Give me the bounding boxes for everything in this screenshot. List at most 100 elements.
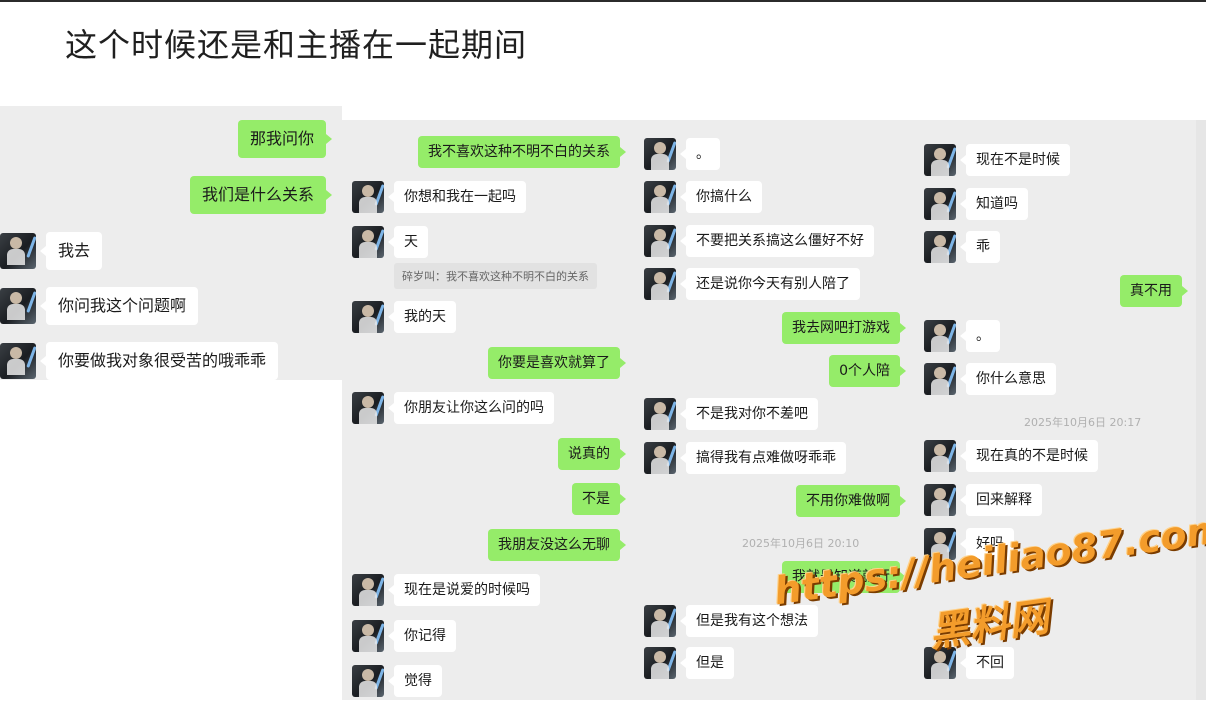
message-bubble: 我朋友没这么无聊 (488, 529, 626, 561)
message-bubble: 天 (388, 226, 428, 258)
message-received[interactable]: 现在不是时候 (924, 144, 1070, 176)
message-bubble: 回来解释 (960, 484, 1042, 516)
message-sent[interactable]: 我朋友没这么无聊 (488, 529, 628, 561)
message-sent[interactable]: 真不用 (1120, 275, 1190, 307)
avatar-icon[interactable] (644, 442, 676, 474)
avatar-icon[interactable] (0, 288, 36, 324)
message-received[interactable]: 你想和我在一起吗 (352, 181, 526, 213)
message-received[interactable]: 觉得 (352, 665, 442, 697)
avatar-icon[interactable] (924, 320, 956, 352)
page-title: 这个时候还是和主播在一起期间 (65, 26, 528, 64)
timestamp: 2025年10月6日 20:10 (742, 537, 860, 550)
timestamp: 2025年10月6日 20:17 (1024, 416, 1142, 429)
avatar-icon[interactable] (644, 605, 676, 637)
message-bubble: 我不喜欢这种不明不白的关系 (418, 136, 626, 168)
message-bubble: 不是我对你不差吧 (680, 398, 818, 430)
avatar-icon[interactable] (0, 343, 36, 379)
avatar-icon[interactable] (644, 225, 676, 257)
message-received[interactable]: 现在是说爱的时候吗 (352, 574, 540, 606)
message-bubble: 觉得 (388, 665, 442, 697)
watermark-site-name: 黑料网 (926, 594, 1052, 657)
avatar-icon[interactable] (352, 665, 384, 697)
message-bubble: 我们是什么关系 (189, 176, 333, 214)
avatar-icon[interactable] (644, 138, 676, 170)
quoted-message[interactable]: 碎岁叫：我不喜欢这种不明不白的关系 (394, 263, 597, 289)
avatar-icon[interactable] (644, 647, 676, 679)
message-received[interactable]: 你记得 (352, 620, 456, 652)
message-received[interactable]: 你问我这个问题啊 (0, 287, 199, 325)
message-received[interactable]: 知道吗 (924, 188, 1028, 220)
avatar-icon[interactable] (352, 574, 384, 606)
message-bubble: 真不用 (1120, 275, 1188, 307)
chat-panel-1[interactable]: 那我问你 我们是什么关系 我去 你问我这个问题啊 你要做我对象很受苦的哦乖乖 (0, 106, 342, 380)
message-bubble: 那我问你 (237, 120, 333, 158)
message-bubble: 我去 (39, 232, 103, 270)
message-received[interactable]: 回来解释 (924, 484, 1042, 516)
message-received[interactable]: 天 (352, 226, 428, 258)
message-bubble: 搞得我有点难做呀乖乖 (680, 442, 846, 474)
message-bubble: 。 (680, 138, 720, 170)
message-received[interactable]: 现在真的不是时候 (924, 440, 1098, 472)
message-received[interactable]: 我去 (0, 232, 103, 270)
message-received[interactable]: 不要把关系搞这么僵好不好 (644, 225, 874, 257)
message-bubble: 你搞什么 (680, 181, 762, 213)
avatar-icon[interactable] (924, 188, 956, 220)
message-bubble: 你问我这个问题啊 (39, 287, 199, 325)
message-sent[interactable]: 不是 (572, 483, 628, 515)
message-received[interactable]: 你朋友让你这么问的吗 (352, 392, 554, 424)
message-received[interactable]: 还是说你今天有别人陪了 (644, 268, 860, 300)
message-bubble: 你记得 (388, 620, 456, 652)
message-bubble: 你什么意思 (960, 363, 1056, 395)
message-sent[interactable]: 不用你难做啊 (796, 485, 908, 517)
message-sent[interactable]: 0个人陪 (829, 355, 908, 387)
message-bubble: 你想和我在一起吗 (388, 181, 526, 213)
avatar-icon[interactable] (644, 181, 676, 213)
message-sent[interactable]: 说真的 (558, 438, 628, 470)
message-received[interactable]: 搞得我有点难做呀乖乖 (644, 442, 846, 474)
avatar-icon[interactable] (352, 301, 384, 333)
message-sent[interactable]: 我们是什么关系 (189, 176, 334, 214)
message-sent[interactable]: 我不喜欢这种不明不白的关系 (418, 136, 628, 168)
message-bubble: 知道吗 (960, 188, 1028, 220)
message-sent[interactable]: 你要是喜欢就算了 (488, 347, 628, 379)
message-received[interactable]: 你什么意思 (924, 363, 1056, 395)
message-bubble: 说真的 (558, 438, 626, 470)
avatar-icon[interactable] (924, 363, 956, 395)
avatar-icon[interactable] (924, 231, 956, 263)
message-bubble: 。 (960, 320, 1000, 352)
message-received[interactable]: 。 (924, 320, 1000, 352)
top-rule (0, 0, 1206, 2)
message-received[interactable]: 。 (644, 138, 720, 170)
message-received[interactable]: 你搞什么 (644, 181, 762, 213)
message-received[interactable]: 乖 (924, 231, 1000, 263)
avatar-icon[interactable] (0, 233, 36, 269)
message-sent[interactable]: 我去网吧打游戏 (782, 312, 908, 344)
message-bubble: 不用你难做啊 (796, 485, 906, 517)
message-bubble: 现在真的不是时候 (960, 440, 1098, 472)
message-bubble: 0个人陪 (829, 355, 906, 387)
message-bubble: 你要是喜欢就算了 (488, 347, 626, 379)
avatar-icon[interactable] (352, 226, 384, 258)
avatar-icon[interactable] (352, 181, 384, 213)
chat-panel-2[interactable]: 我不喜欢这种不明不白的关系 你想和我在一起吗 天 碎岁叫：我不喜欢这种不明不白的… (342, 120, 634, 700)
message-bubble: 还是说你今天有别人陪了 (680, 268, 860, 300)
avatar-icon[interactable] (644, 398, 676, 430)
message-bubble: 但是 (680, 647, 734, 679)
avatar-icon[interactable] (352, 392, 384, 424)
message-bubble: 现在不是时候 (960, 144, 1070, 176)
avatar-icon[interactable] (924, 144, 956, 176)
avatar-icon[interactable] (644, 268, 676, 300)
message-bubble: 你要做我对象很受苦的哦乖乖 (39, 342, 279, 380)
message-received[interactable]: 你要做我对象很受苦的哦乖乖 (0, 342, 279, 380)
message-received[interactable]: 不是我对你不差吧 (644, 398, 818, 430)
message-bubble: 我去网吧打游戏 (782, 312, 906, 344)
avatar-icon[interactable] (924, 440, 956, 472)
avatar-icon[interactable] (924, 484, 956, 516)
avatar-icon[interactable] (352, 620, 384, 652)
message-bubble: 乖 (960, 231, 1000, 263)
message-sent[interactable]: 那我问你 (237, 120, 334, 158)
message-received[interactable]: 但是 (644, 647, 734, 679)
message-bubble: 你朋友让你这么问的吗 (388, 392, 554, 424)
message-bubble: 不要把关系搞这么僵好不好 (680, 225, 874, 257)
message-received[interactable]: 我的天 (352, 301, 456, 333)
